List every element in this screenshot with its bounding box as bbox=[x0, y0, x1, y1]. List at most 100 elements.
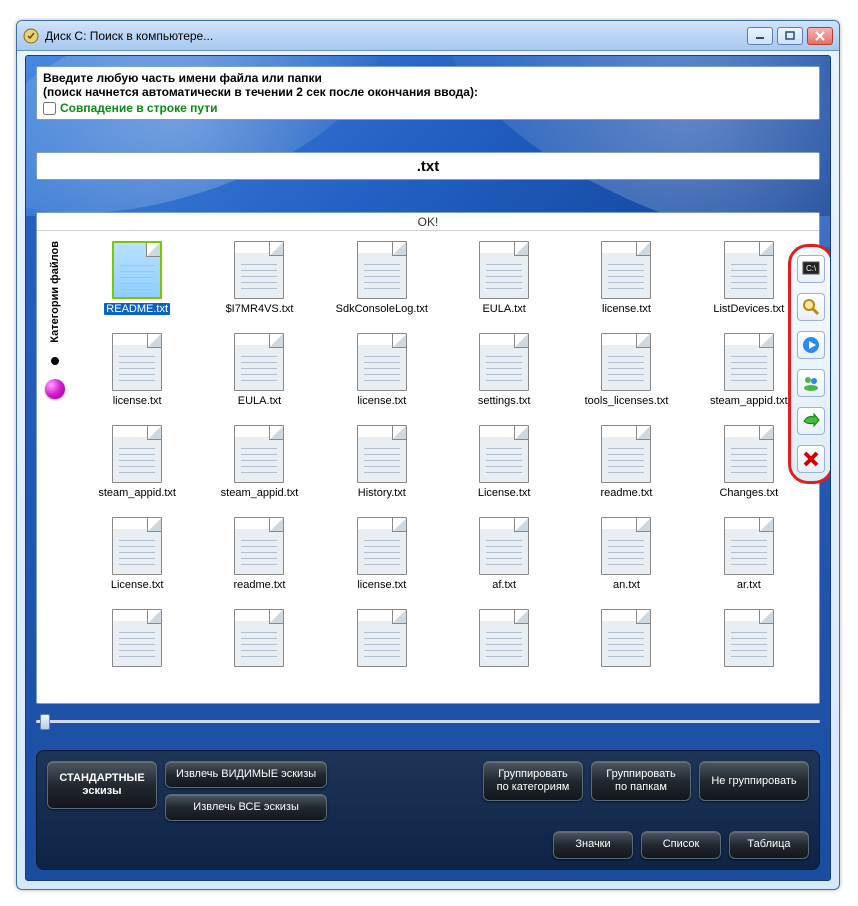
arrow-right-icon bbox=[802, 413, 820, 429]
right-toolbar: C:\ bbox=[788, 244, 831, 484]
file-item[interactable]: EULA.txt bbox=[446, 241, 562, 315]
delete-tool-button[interactable] bbox=[797, 445, 825, 473]
text-file-icon bbox=[234, 425, 284, 483]
file-label: EULA.txt bbox=[238, 395, 281, 407]
file-label: EULA.txt bbox=[482, 303, 525, 315]
zoom-slider-thumb[interactable] bbox=[40, 714, 50, 730]
file-item[interactable]: license.txt bbox=[324, 333, 440, 407]
text-file-icon bbox=[601, 241, 651, 299]
file-label: License.txt bbox=[111, 579, 164, 591]
maximize-button[interactable] bbox=[777, 27, 803, 45]
file-item[interactable] bbox=[201, 609, 317, 671]
file-item[interactable]: af.txt bbox=[446, 517, 562, 591]
file-item[interactable]: license.txt bbox=[79, 333, 195, 407]
file-item[interactable]: SdkConsoleLog.txt bbox=[324, 241, 440, 315]
text-file-icon bbox=[234, 241, 284, 299]
file-item[interactable] bbox=[691, 609, 807, 671]
file-item[interactable]: License.txt bbox=[446, 425, 562, 499]
text-file-icon bbox=[234, 609, 284, 667]
left-sidebar: Категории файлов bbox=[39, 235, 71, 699]
text-file-icon bbox=[601, 517, 651, 575]
text-file-icon bbox=[479, 241, 529, 299]
minimize-button[interactable] bbox=[747, 27, 773, 45]
icons-view-button[interactable]: Значки bbox=[553, 831, 633, 858]
file-item[interactable]: ar.txt bbox=[691, 517, 807, 591]
file-item[interactable]: tools_licenses.txt bbox=[568, 333, 684, 407]
file-label: tools_licenses.txt bbox=[585, 395, 669, 407]
categories-tab-label[interactable]: Категории файлов bbox=[49, 241, 61, 343]
play-icon bbox=[802, 336, 820, 354]
file-item[interactable]: README.txt bbox=[79, 241, 195, 315]
client-area: Введите любую часть имени файла или папк… bbox=[25, 55, 831, 881]
file-item[interactable]: steam_appid.txt bbox=[201, 425, 317, 499]
category-orb-icon[interactable] bbox=[45, 379, 65, 399]
extract-all-button[interactable]: Извлечь ВСЕ эскизы bbox=[165, 794, 327, 821]
text-file-icon bbox=[112, 609, 162, 667]
file-label: license.txt bbox=[357, 395, 406, 407]
file-item[interactable]: an.txt bbox=[568, 517, 684, 591]
file-item[interactable]: license.txt bbox=[568, 241, 684, 315]
text-file-icon bbox=[601, 425, 651, 483]
files-view[interactable]: README.txt $I7MR4VS.txt SdkConsoleLog.txt E… bbox=[73, 235, 813, 699]
file-label: ar.txt bbox=[737, 579, 761, 591]
standard-thumbs-button[interactable]: СТАНДАРТНЫЕ эскизы bbox=[47, 761, 157, 809]
search-hint-box: Введите любую часть имени файла или папк… bbox=[36, 66, 820, 120]
file-item[interactable]: steam_appid.txt bbox=[79, 425, 195, 499]
status-label: OK! bbox=[37, 213, 819, 231]
console-icon: C:\ bbox=[802, 261, 820, 277]
list-view-button[interactable]: Список bbox=[641, 831, 721, 858]
file-label: SdkConsoleLog.txt bbox=[336, 303, 428, 315]
bottom-panel: СТАНДАРТНЫЕ эскизы Извлечь ВИДИМЫЕ эскиз… bbox=[36, 750, 820, 870]
table-view-button[interactable]: Таблица bbox=[729, 831, 809, 858]
file-item[interactable]: readme.txt bbox=[201, 517, 317, 591]
file-item[interactable] bbox=[79, 609, 195, 671]
file-item[interactable]: License.txt bbox=[79, 517, 195, 591]
text-file-icon bbox=[357, 333, 407, 391]
users-tool-button[interactable] bbox=[797, 369, 825, 397]
group-by-folders-button[interactable]: Группировать по папкам bbox=[591, 761, 691, 801]
titlebar: Диск С: Поиск в компьютере... bbox=[17, 21, 839, 51]
users-icon bbox=[802, 374, 820, 392]
extract-visible-button[interactable]: Извлечь ВИДИМЫЕ эскизы bbox=[165, 761, 327, 788]
app-icon bbox=[23, 28, 39, 44]
file-item[interactable]: license.txt bbox=[324, 517, 440, 591]
play-tool-button[interactable] bbox=[797, 331, 825, 359]
text-file-icon bbox=[234, 333, 284, 391]
app-window: Диск С: Поиск в компьютере... Введите лю… bbox=[16, 20, 840, 890]
tab-indicator-icon bbox=[51, 357, 59, 365]
text-file-icon bbox=[357, 425, 407, 483]
file-label: $I7MR4VS.txt bbox=[226, 303, 294, 315]
search-input[interactable] bbox=[37, 158, 819, 175]
file-item[interactable]: History.txt bbox=[324, 425, 440, 499]
file-item[interactable]: readme.txt bbox=[568, 425, 684, 499]
text-file-icon bbox=[724, 517, 774, 575]
svg-text:C:\: C:\ bbox=[806, 264, 817, 273]
file-label: license.txt bbox=[602, 303, 651, 315]
file-item[interactable]: $I7MR4VS.txt bbox=[201, 241, 317, 315]
file-item[interactable]: settings.txt bbox=[446, 333, 562, 407]
magnifier-icon bbox=[802, 298, 820, 316]
file-item[interactable] bbox=[324, 609, 440, 671]
text-file-icon bbox=[601, 609, 651, 667]
text-file-icon bbox=[479, 425, 529, 483]
file-item[interactable] bbox=[446, 609, 562, 671]
match-path-label[interactable]: Совпадение в строке пути bbox=[60, 101, 217, 115]
search-tool-button[interactable] bbox=[797, 293, 825, 321]
zoom-slider[interactable] bbox=[36, 712, 820, 730]
share-tool-button[interactable] bbox=[797, 407, 825, 435]
file-label: settings.txt bbox=[478, 395, 531, 407]
file-label: license.txt bbox=[357, 579, 406, 591]
file-label: Changes.txt bbox=[719, 487, 778, 499]
results-panel: OK! Категории файлов README.txt $I7MR4VS.… bbox=[36, 212, 820, 704]
file-label: ListDevices.txt bbox=[713, 303, 784, 315]
console-tool-button[interactable]: C:\ bbox=[797, 255, 825, 283]
match-path-checkbox[interactable] bbox=[43, 102, 56, 115]
file-item[interactable]: EULA.txt bbox=[201, 333, 317, 407]
close-button[interactable] bbox=[807, 27, 833, 45]
text-file-icon bbox=[112, 517, 162, 575]
file-label: steam_appid.txt bbox=[98, 487, 176, 499]
file-item[interactable] bbox=[568, 609, 684, 671]
no-group-button[interactable]: Не группировать bbox=[699, 761, 809, 801]
file-label: steam_appid.txt bbox=[221, 487, 299, 499]
group-by-categories-button[interactable]: Группировать по категориям bbox=[483, 761, 583, 801]
